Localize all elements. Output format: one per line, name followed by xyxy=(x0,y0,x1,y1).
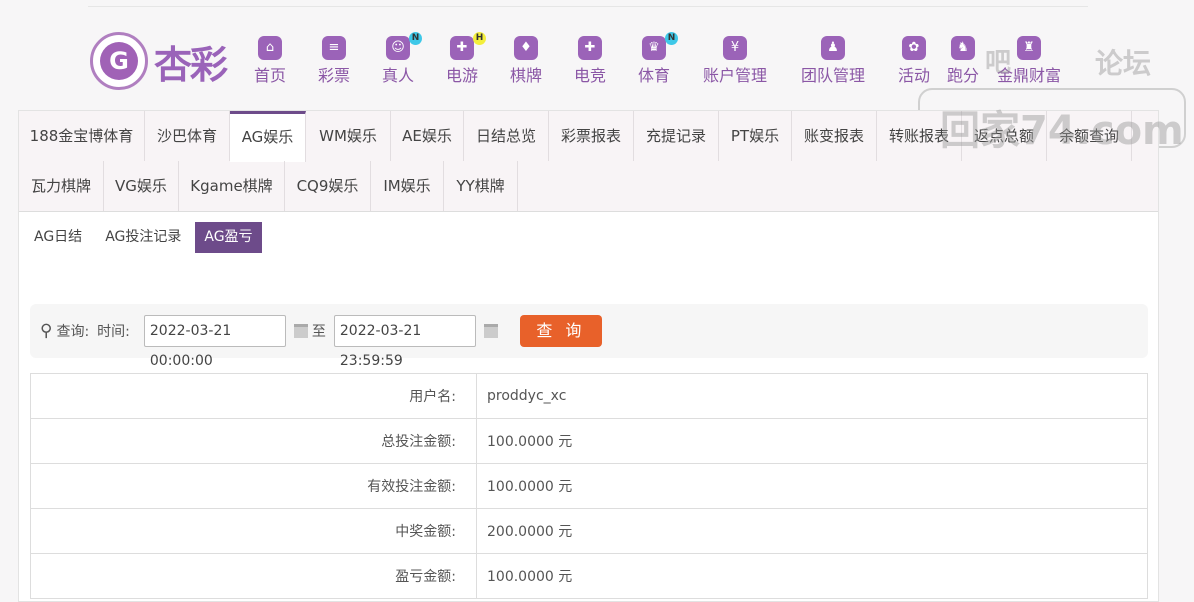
row-label: 盈亏金额: xyxy=(30,553,477,599)
nav-label: 团队管理 xyxy=(800,66,866,85)
time-label: 时间: xyxy=(97,324,130,340)
tab[interactable]: AG娱乐 xyxy=(230,111,306,162)
nav-label: 活动 xyxy=(897,66,931,85)
top-divider xyxy=(88,6,1088,7)
sub-tab[interactable]: AG盈亏 xyxy=(195,222,262,253)
nav-item[interactable]: ≡ 彩票 xyxy=(318,36,350,86)
nav-item[interactable]: ✿ 活动 xyxy=(898,36,930,86)
table-row: 总投注金额: 100.0000 元 xyxy=(30,418,1148,464)
tab[interactable]: WM娱乐 xyxy=(306,111,391,161)
tab[interactable]: 转账报表 xyxy=(877,111,962,161)
wealth-icon: ♜ xyxy=(1016,36,1041,60)
nav-item[interactable]: ☺ N 真人 xyxy=(381,32,422,86)
nav-label: 首页 xyxy=(253,66,287,85)
lottery-ticket-icon: ≡ xyxy=(321,36,346,60)
trophy-icon: ♛ N xyxy=(641,32,678,60)
gamepad-icon: ✚ H xyxy=(449,32,486,60)
search-icon: ⚲ xyxy=(40,321,53,341)
nav-badge: N xyxy=(664,32,678,45)
nav-label: 彩票 xyxy=(317,66,351,85)
calendar-icon[interactable] xyxy=(483,324,498,338)
team-icon: ♟ xyxy=(820,36,845,60)
end-time-input[interactable]: 2022-03-21 23:59:59 xyxy=(333,315,476,369)
tab[interactable]: YY棋牌 xyxy=(444,161,518,211)
logo[interactable]: G 杏彩 xyxy=(90,32,228,90)
tab[interactable]: 充提记录 xyxy=(634,111,719,161)
tab[interactable]: 余额查询 xyxy=(1047,111,1132,161)
nav-item[interactable]: ♜ 金鼎财富 xyxy=(997,36,1061,86)
nav-label: 棋牌 xyxy=(509,66,543,85)
run-score-icon: ♞ xyxy=(950,36,975,60)
nav-label: 体育 xyxy=(637,66,671,85)
report-tabs: 188金宝博体育 沙巴体育 AG娱乐 WM娱乐 AE娱乐 日结总览 彩票报表 充提记录 PT娱乐… xyxy=(19,111,1158,212)
row-label: 中奖金额: xyxy=(30,508,477,554)
nav-item[interactable]: ⌂ 首页 xyxy=(254,36,286,86)
nav-item[interactable]: ♟ 团队管理 xyxy=(801,36,865,86)
tab[interactable]: VG娱乐 xyxy=(104,161,179,211)
sub-tab[interactable]: AG投注记录 xyxy=(96,222,190,253)
cards-icon: ♦ xyxy=(513,36,538,60)
query-button[interactable]: 查 询 xyxy=(519,315,602,347)
row-value: 100.0000 元 xyxy=(476,418,1148,464)
nav-badge: N xyxy=(408,32,422,45)
logo-text: 杏彩 xyxy=(154,42,228,87)
nav-label: 电竞 xyxy=(573,66,607,85)
tab[interactable]: 瓦力棋牌 xyxy=(19,161,104,211)
table-row: 盈亏金额: 100.0000 元 xyxy=(30,553,1148,599)
tab[interactable]: IM娱乐 xyxy=(371,161,444,211)
nav-item[interactable]: ✚ 电竞 xyxy=(574,36,606,86)
start-time-input[interactable]: 2022-03-21 00:00:00 xyxy=(143,315,286,369)
table-row: 中奖金额: 200.0000 元 xyxy=(30,508,1148,554)
row-label: 用户名: xyxy=(30,373,477,419)
row-value: 200.0000 元 xyxy=(476,508,1148,554)
live-dealer-icon: ☺ N xyxy=(385,32,422,60)
query-label: 查询: xyxy=(56,324,90,340)
row-value: proddyc_xc xyxy=(476,373,1148,419)
row-label: 有效投注金额: xyxy=(30,463,477,509)
nav-item[interactable]: ✚ H 电游 xyxy=(445,32,486,86)
nav-label: 金鼎财富 xyxy=(996,66,1062,85)
row-label: 总投注金额: xyxy=(30,418,477,464)
table-row: 有效投注金额: 100.0000 元 xyxy=(30,463,1148,509)
gift-icon: ✿ xyxy=(901,36,926,60)
esports-icon: ✚ xyxy=(577,36,602,60)
nav-badge: H xyxy=(472,32,486,45)
search-bar: ⚲ 查询: 时间: 2022-03-21 00:00:00 至 2022-03-… xyxy=(30,304,1148,369)
logo-letter: G xyxy=(100,42,138,80)
nav-label: 电游 xyxy=(445,66,479,85)
nav-label: 账户管理 xyxy=(702,66,768,85)
row-value: 100.0000 元 xyxy=(476,463,1148,509)
tab[interactable]: Kgame棋牌 xyxy=(179,161,285,211)
tab[interactable]: 日结总览 xyxy=(464,111,549,161)
sub-tabs: AG日结 AG投注记录 AG盈亏 xyxy=(25,222,267,253)
watermark-text: 论坛 xyxy=(1095,47,1152,80)
home-icon: ⌂ xyxy=(257,36,282,60)
yen-coin-icon: ¥ xyxy=(722,36,747,60)
nav-item[interactable]: ♞ 跑分 xyxy=(947,36,979,86)
tab[interactable]: AE娱乐 xyxy=(391,111,464,161)
logo-emblem: G xyxy=(90,32,148,90)
calendar-icon[interactable] xyxy=(293,324,308,338)
tab[interactable]: 沙巴体育 xyxy=(145,111,230,161)
nav-item[interactable]: ♦ 棋牌 xyxy=(510,36,542,86)
nav-label: 跑分 xyxy=(946,66,980,85)
nav-label: 真人 xyxy=(381,66,415,85)
tab[interactable]: 返点总额 xyxy=(962,111,1047,161)
summary-table: 用户名: proddyc_xc 总投注金额: 100.0000 元有效投注金额: 100… xyxy=(30,373,1148,599)
row-value: 100.0000 元 xyxy=(476,553,1148,599)
tab[interactable]: 彩票报表 xyxy=(549,111,634,161)
sub-tab[interactable]: AG日结 xyxy=(25,222,91,253)
tab[interactable]: 188金宝博体育 xyxy=(19,111,145,161)
report-panel: 188金宝博体育 沙巴体育 AG娱乐 WM娱乐 AE娱乐 日结总览 彩票报表 充提记录 PT娱乐… xyxy=(18,110,1159,602)
tab[interactable]: 账变报表 xyxy=(792,111,877,161)
tab[interactable]: CQ9娱乐 xyxy=(285,161,371,211)
table-row: 用户名: proddyc_xc xyxy=(30,373,1148,419)
nav-item[interactable]: ¥ 账户管理 xyxy=(703,36,767,86)
tab[interactable]: PT娱乐 xyxy=(719,111,792,161)
to-label: 至 xyxy=(311,324,326,340)
nav-item[interactable]: ♛ N 体育 xyxy=(637,32,678,86)
